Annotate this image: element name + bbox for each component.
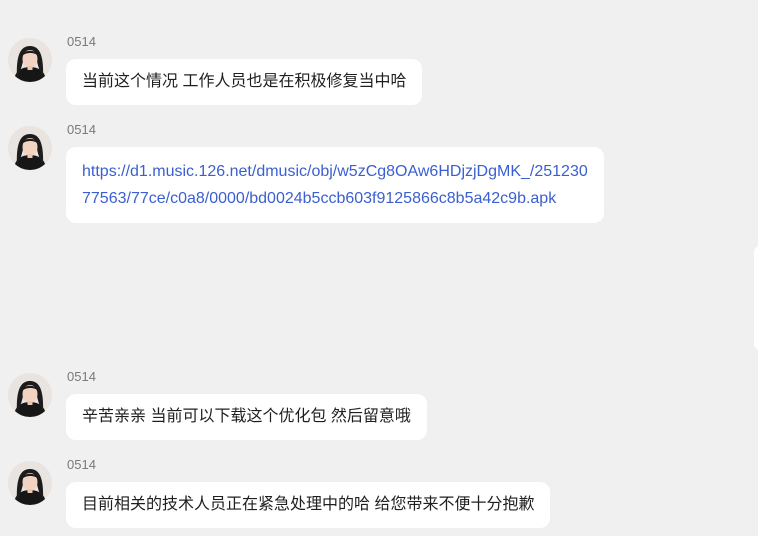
link-message-bubble[interactable]: https://d1.music.126.net/dmusic/obj/w5zC… — [66, 147, 604, 223]
sender-name: 0514 — [67, 369, 96, 384]
sender-name: 0514 — [67, 122, 96, 137]
message-bubble[interactable]: 当前这个情况 工作人员也是在积极修复当中哈 — [66, 59, 423, 105]
message-bubble[interactable]: 目前相关的技术人员正在紧急处理中的哈 给您带来不便十分抱歉 — [66, 482, 551, 528]
message-bubble[interactable]: 辛苦亲亲 当前可以下载这个优化包 然后留意哦 — [66, 394, 427, 440]
user-avatar-icon — [8, 38, 52, 82]
sender-name: 0514 — [67, 34, 96, 49]
avatar[interactable] — [8, 126, 52, 170]
link-text-line[interactable]: https://d1.music.126.net/dmusic/obj/w5zC… — [82, 158, 588, 185]
user-avatar-icon — [8, 373, 52, 417]
avatar[interactable] — [8, 38, 52, 82]
user-avatar-icon — [8, 461, 52, 505]
user-avatar-icon — [8, 126, 52, 170]
offscreen-message-bubble — [754, 246, 758, 350]
sender-name: 0514 — [67, 457, 96, 472]
link-text-line[interactable]: 77563/77ce/c0a8/0000/bd0024b5ccb603f9125… — [82, 185, 588, 212]
avatar[interactable] — [8, 373, 52, 417]
avatar[interactable] — [8, 461, 52, 505]
